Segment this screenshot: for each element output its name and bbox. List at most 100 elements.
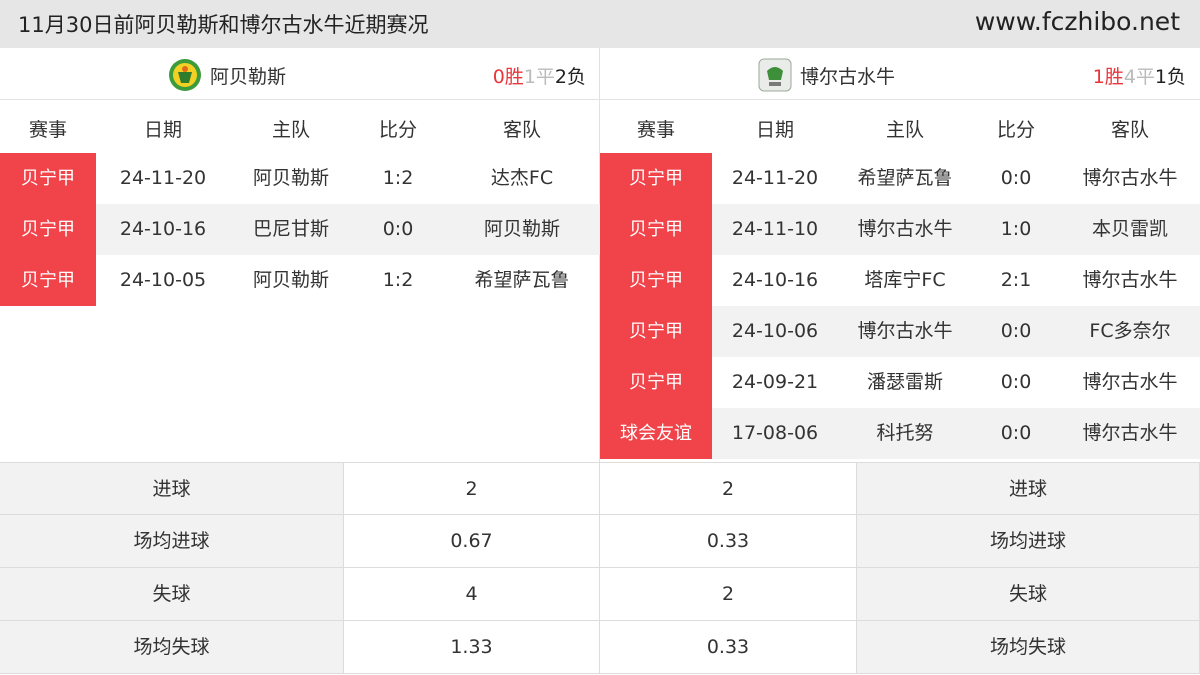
match-score: 0:0 [382, 218, 414, 240]
left-stat-value: 4 [344, 568, 600, 621]
table-row[interactable]: 贝宁甲 24-11-20 阿贝勒斯 1:2 达杰FC [0, 153, 600, 204]
col-score: 比分 [378, 119, 417, 141]
stats-row-avg-goals: 场均进球 0.67 0.33 场均进球 [0, 515, 1200, 568]
table-row[interactable]: 贝宁甲 24-09-21 潘瑟雷斯 0:0 博尔古水牛 [600, 357, 1200, 408]
col-date: 日期 [755, 119, 794, 141]
left-record-draws: 1平 [523, 66, 555, 88]
right-stat-label: 进球 [857, 462, 1200, 515]
away-team: 希望萨瓦鲁 [474, 269, 570, 291]
left-stat-value: 1.33 [344, 621, 600, 674]
left-team-header: 阿贝勒斯 0胜1平2负 [0, 48, 600, 100]
competition-badge: 球会友谊 [600, 408, 712, 459]
away-team: 博尔古水牛 [1082, 167, 1178, 189]
match-date: 24-11-20 [731, 167, 819, 189]
left-stat-value: 0.67 [344, 515, 600, 568]
left-team-name[interactable]: 阿贝勒斯 [210, 62, 286, 89]
col-away: 客队 [1110, 119, 1149, 141]
left-stat-label: 场均进球 [0, 515, 344, 568]
home-team: 科托努 [876, 422, 934, 444]
right-team-header: 博尔古水牛 1胜4平1负 [600, 48, 1200, 100]
competition-badge: 贝宁甲 [0, 255, 96, 306]
match-date: 24-10-16 [731, 269, 819, 291]
match-date: 24-10-06 [731, 320, 819, 342]
home-team: 阿贝勒斯 [252, 269, 329, 291]
home-team: 潘瑟雷斯 [866, 371, 943, 393]
right-team-record: 1胜4平1负 [1093, 62, 1186, 89]
page-title: 11月30日前阿贝勒斯和博尔古水牛近期赛况 [18, 13, 429, 37]
right-stat-label: 失球 [857, 568, 1200, 621]
right-team-panel: 博尔古水牛 1胜4平1负 赛事 日期 主队 比分 客队 贝宁甲 24-11-20… [600, 48, 1200, 462]
match-date: 24-10-05 [119, 269, 207, 291]
table-row[interactable]: 贝宁甲 24-10-05 阿贝勒斯 1:2 希望萨瓦鲁 [0, 255, 600, 306]
table-row[interactable]: 贝宁甲 24-10-06 博尔古水牛 0:0 FC多奈尔 [600, 306, 1200, 357]
match-date: 24-11-10 [731, 218, 819, 240]
competition-badge: 贝宁甲 [600, 153, 712, 204]
stats-row-conceded: 失球 4 2 失球 [0, 568, 1200, 621]
left-record-wins: 0胜 [492, 66, 524, 88]
match-score: 1:2 [382, 269, 414, 291]
away-team: 博尔古水牛 [1082, 269, 1178, 291]
site-url[interactable]: www.fczhibo.net [975, 7, 1180, 36]
table-row[interactable]: 贝宁甲 24-10-16 塔库宁FC 2:1 博尔古水牛 [600, 255, 1200, 306]
col-score: 比分 [996, 119, 1035, 141]
competition-badge: 贝宁甲 [600, 204, 712, 255]
left-stat-label: 进球 [0, 462, 344, 515]
stats-table: 进球 2 2 进球 场均进球 0.67 0.33 场均进球 失球 4 2 失球 … [0, 462, 1200, 675]
competition-badge: 贝宁甲 [600, 306, 712, 357]
right-stat-value: 0.33 [600, 621, 857, 674]
competition-badge: 贝宁甲 [600, 357, 712, 408]
stats-row-avg-conceded: 场均失球 1.33 0.33 场均失球 [0, 621, 1200, 674]
home-team: 博尔古水牛 [857, 218, 953, 240]
stats-row-goals: 进球 2 2 进球 [0, 462, 1200, 515]
right-stat-value: 2 [600, 568, 857, 621]
table-row[interactable]: 贝宁甲 24-11-20 希望萨瓦鲁 0:0 博尔古水牛 [600, 153, 1200, 204]
home-team: 塔库宁FC [864, 269, 946, 291]
table-row[interactable]: 贝宁甲 24-10-16 巴尼甘斯 0:0 阿贝勒斯 [0, 204, 600, 255]
col-date: 日期 [143, 119, 182, 141]
right-stat-value: 2 [600, 462, 857, 515]
match-score: 0:0 [1000, 320, 1032, 342]
right-record-wins: 1胜 [1092, 66, 1124, 88]
right-record-losses: 1负 [1154, 66, 1186, 88]
match-score: 2:1 [1000, 269, 1032, 291]
left-stat-value: 2 [344, 462, 600, 515]
home-team: 阿贝勒斯 [252, 167, 329, 189]
table-row[interactable]: 球会友谊 17-08-06 科托努 0:0 博尔古水牛 [600, 408, 1200, 459]
match-date: 24-09-21 [731, 371, 819, 393]
away-team: FC多奈尔 [1089, 320, 1171, 342]
col-competition: 赛事 [636, 119, 675, 141]
buffles-logo-icon [758, 58, 792, 92]
match-date: 17-08-06 [731, 422, 819, 444]
right-table-header: 赛事 日期 主队 比分 客队 [600, 101, 1200, 151]
col-away: 客队 [502, 119, 541, 141]
match-score: 0:0 [1000, 371, 1032, 393]
right-record-draws: 4平 [1123, 66, 1155, 88]
left-table-header: 赛事 日期 主队 比分 客队 [0, 101, 600, 151]
match-date: 24-10-16 [119, 218, 207, 240]
match-score: 1:2 [382, 167, 414, 189]
match-score: 1:0 [1000, 218, 1032, 240]
away-team: 博尔古水牛 [1082, 422, 1178, 444]
match-score: 0:0 [1000, 422, 1032, 444]
away-team: 博尔古水牛 [1082, 371, 1178, 393]
left-stat-label: 场均失球 [0, 621, 344, 674]
left-team-record: 0胜1平2负 [493, 62, 586, 89]
competition-badge: 贝宁甲 [0, 153, 96, 204]
match-score: 0:0 [1000, 167, 1032, 189]
away-team: 达杰FC [490, 167, 554, 189]
away-team: 本贝雷凯 [1091, 218, 1168, 240]
col-competition: 赛事 [28, 119, 67, 141]
table-row[interactable]: 贝宁甲 24-11-10 博尔古水牛 1:0 本贝雷凯 [600, 204, 1200, 255]
page-header: 11月30日前阿贝勒斯和博尔古水牛近期赛况 www.fczhibo.net [0, 0, 1200, 48]
right-stat-label: 场均进球 [857, 515, 1200, 568]
home-team: 巴尼甘斯 [252, 218, 329, 240]
left-record-losses: 2负 [554, 66, 586, 88]
col-home: 主队 [271, 119, 310, 141]
competition-badge: 贝宁甲 [0, 204, 96, 255]
away-team: 阿贝勒斯 [483, 218, 560, 240]
right-team-name[interactable]: 博尔古水牛 [800, 62, 895, 89]
home-team: 博尔古水牛 [857, 320, 953, 342]
left-team-panel: 阿贝勒斯 0胜1平2负 赛事 日期 主队 比分 客队 贝宁甲 24-11-20 … [0, 48, 600, 462]
left-stat-label: 失球 [0, 568, 344, 621]
abelhas-logo-icon [169, 59, 201, 91]
